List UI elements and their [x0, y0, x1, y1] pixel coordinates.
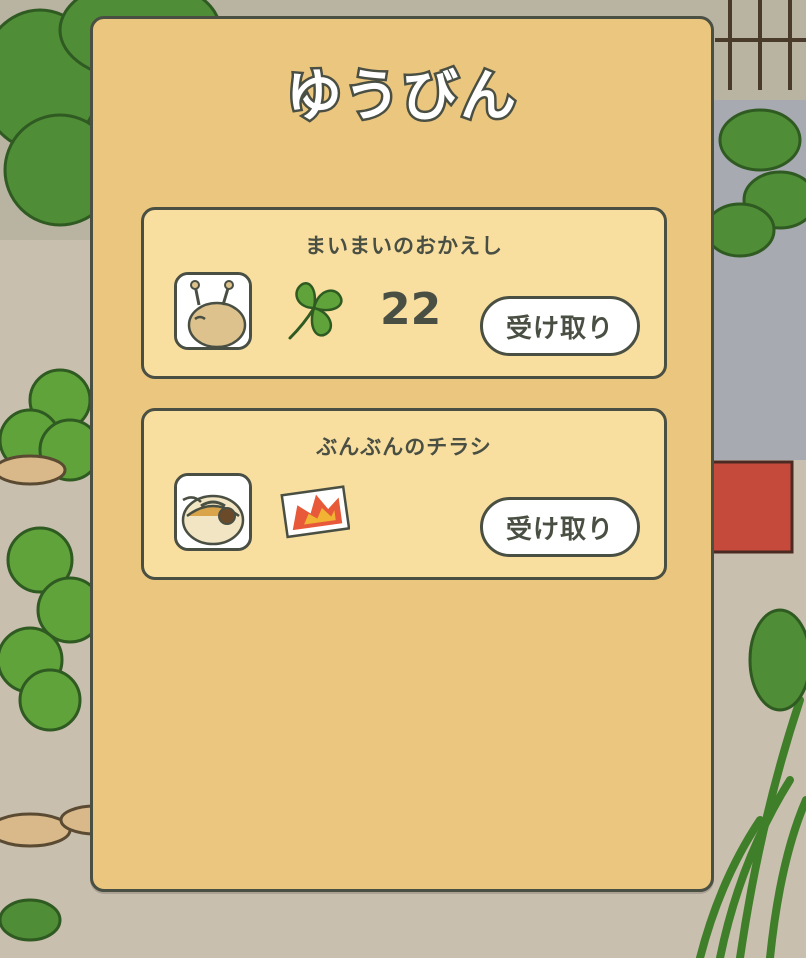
bee-friend-avatar: [174, 473, 252, 551]
flyer-icon: [278, 473, 351, 545]
dialog-title: ゆうびん: [284, 64, 519, 129]
mail-dialog: ゆうびん まいまいのおかえし 22 受け取り ぶんぶんのチラシ 受け取り: [90, 16, 714, 892]
receive-button[interactable]: 受け取り: [480, 497, 640, 557]
mail-card: まいまいのおかえし 22 受け取り: [141, 207, 667, 379]
snail-friend-avatar: [174, 272, 252, 350]
item-count: 22: [380, 284, 442, 335]
mail-card: ぶんぶんのチラシ 受け取り: [141, 408, 667, 580]
receive-button[interactable]: 受け取り: [480, 296, 640, 356]
clover-icon: [278, 272, 350, 344]
mail-sender: まいまいのおかえし: [305, 234, 503, 258]
mail-sender: ぶんぶんのチラシ: [316, 435, 492, 459]
